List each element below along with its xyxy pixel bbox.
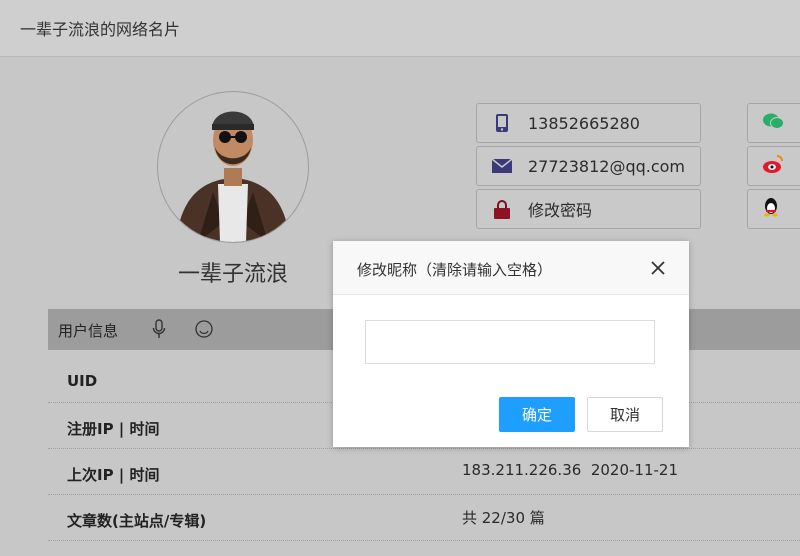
close-icon[interactable]: [649, 259, 667, 277]
email-address: 27723812@qq.com: [528, 156, 686, 176]
avatar[interactable]: [157, 91, 309, 243]
phone-contact-button[interactable]: 13852665280: [476, 103, 701, 143]
email-contact-button[interactable]: 27723812@qq.com: [476, 146, 701, 186]
info-value: 共 22/30 篇: [462, 509, 545, 527]
info-label: 文章数(主站点/专辑): [67, 512, 207, 530]
cancel-button[interactable]: 取消: [587, 397, 663, 432]
qq-icon: [762, 197, 780, 221]
dialog-title: 修改昵称（清除请输入空格）: [357, 261, 553, 279]
info-row-article-count: 文章数(主站点/专辑) 共 22/30 篇: [48, 494, 800, 541]
mail-icon: [490, 158, 514, 174]
page-title: 一辈子流浪的网络名片: [20, 20, 181, 39]
info-row-last-ip: 上次IP | 时间 183.211.226.36 2020-11-21: [48, 448, 800, 495]
smile-icon[interactable]: [194, 319, 214, 343]
phone-number: 13852665280: [528, 113, 640, 133]
title-bar: 一辈子流浪的网络名片: [0, 0, 800, 57]
user-info-title: 用户信息: [58, 322, 119, 340]
info-label: 上次IP | 时间: [67, 466, 160, 484]
cartoon-avatar-icon: [176, 111, 290, 242]
nickname-input[interactable]: [365, 320, 655, 364]
change-password-button[interactable]: 修改密码: [476, 189, 701, 229]
info-label: 注册IP | 时间: [67, 420, 160, 438]
info-label: UID: [67, 372, 98, 390]
weibo-button[interactable]: [747, 146, 800, 186]
confirm-button[interactable]: 确定: [499, 397, 575, 432]
wechat-icon: [762, 112, 784, 134]
edit-nickname-dialog: 修改昵称（清除请输入空格） 确定 取消: [333, 241, 689, 447]
lock-icon: [490, 199, 514, 219]
phone-icon: [490, 113, 514, 133]
qq-button[interactable]: [747, 189, 800, 229]
microphone-icon[interactable]: [152, 319, 166, 343]
change-password-label: 修改密码: [528, 201, 593, 220]
wechat-button[interactable]: [747, 103, 800, 143]
dialog-header: 修改昵称（清除请输入空格）: [333, 241, 689, 295]
weibo-icon: [762, 154, 784, 178]
info-value: 183.211.226.36 2020-11-21: [462, 461, 678, 479]
nickname: 一辈子流浪: [178, 262, 289, 287]
